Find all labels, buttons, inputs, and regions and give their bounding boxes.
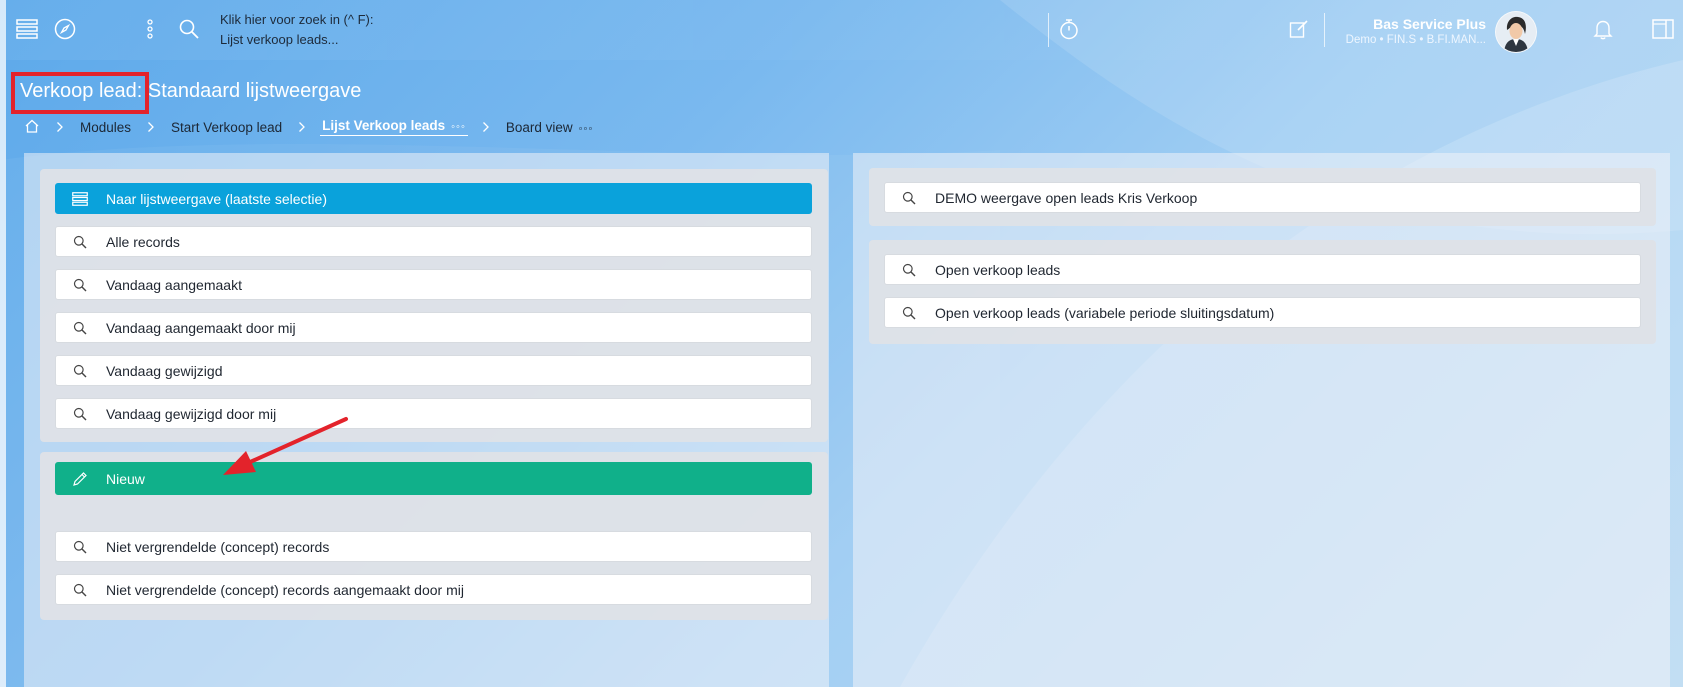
pencil-icon	[56, 471, 104, 487]
breadcrumb-modules[interactable]: Modules	[78, 120, 133, 135]
avatar[interactable]	[1495, 11, 1537, 53]
list-item[interactable]: Vandaag aangemaakt	[55, 269, 812, 300]
search-icon	[885, 263, 933, 277]
list-item-label: Open verkoop leads (variabele periode sl…	[935, 304, 1275, 321]
chevron-right-icon	[298, 121, 306, 133]
list-item[interactable]: Vandaag gewijzigd door mij	[55, 398, 812, 429]
list-item[interactable]: Vandaag aangemaakt door mij	[55, 312, 812, 343]
side-panel-icon[interactable]	[1650, 16, 1676, 42]
list-item-label: Vandaag gewijzigd	[106, 362, 223, 379]
breadcrumb-list-more[interactable]: ◦◦◦	[451, 121, 466, 133]
list-item-label: Niet vergrendelde (concept) records aang…	[106, 581, 464, 598]
new-record-button[interactable]: Nieuw	[55, 462, 812, 495]
search-icon	[885, 191, 933, 205]
search-icon	[56, 321, 104, 335]
list-item-label: Vandaag aangemaakt door mij	[106, 319, 296, 336]
list-view-last-selection-label: Naar lijstweergave (laatste selectie)	[106, 190, 327, 207]
chevron-right-icon	[56, 121, 64, 133]
list-item-label: Open verkoop leads	[935, 261, 1061, 278]
breadcrumb-lijst-verkoop-leads[interactable]: Lijst Verkoop leads ◦◦◦	[320, 118, 468, 136]
breadcrumb: Modules Start Verkoop lead Lijst Verkoop…	[22, 116, 595, 138]
breadcrumb-start-verkoop-lead[interactable]: Start Verkoop lead	[169, 120, 284, 135]
search-hint-line1: Klik hier voor zoek in (^ F):	[220, 12, 374, 27]
search-hint-line2: Lijst verkoop leads...	[220, 32, 339, 47]
list-item-label: Vandaag aangemaakt	[106, 276, 242, 293]
list-item-label: Vandaag gewijzigd door mij	[106, 405, 277, 422]
list-item-label: DEMO weergave open leads Kris Verkoop	[935, 189, 1198, 206]
list-menu-icon[interactable]	[14, 16, 40, 42]
search-icon	[56, 235, 104, 249]
search-icon	[56, 540, 104, 554]
list-view-last-selection-button[interactable]: Naar lijstweergave (laatste selectie)	[55, 183, 812, 214]
right-panel	[853, 153, 1670, 687]
list-item[interactable]: Open verkoop leads	[884, 254, 1641, 285]
title-highlight-box	[11, 72, 149, 114]
search-icon	[56, 407, 104, 421]
user-environment: Demo • FIN.S • B.FI.MAN...	[1345, 34, 1486, 46]
breadcrumb-board-more[interactable]: ◦◦◦	[579, 123, 594, 135]
chevron-right-icon	[482, 121, 490, 133]
user-name: Bas Service Plus	[1373, 16, 1486, 32]
edit-note-icon[interactable]	[1286, 16, 1312, 42]
home-icon[interactable]	[22, 118, 42, 137]
compass-icon[interactable]	[52, 16, 78, 42]
user-info[interactable]: Bas Service Plus Demo • FIN.S • B.FI.MAN…	[1330, 15, 1486, 48]
stopwatch-icon[interactable]	[1056, 16, 1082, 42]
list-item[interactable]: Open verkoop leads (variabele periode sl…	[884, 297, 1641, 328]
global-search-field[interactable]: Klik hier voor zoek in (^ F): Lijst verk…	[220, 10, 560, 50]
breadcrumb-board-view[interactable]: Board view ◦◦◦	[504, 120, 596, 135]
topbar-divider-user	[1324, 13, 1325, 47]
list-item-label: Niet vergrendelde (concept) records	[106, 538, 330, 555]
topbar-divider	[1048, 13, 1049, 47]
list-rows-icon	[56, 191, 104, 206]
search-icon	[56, 278, 104, 292]
list-item-label: Alle records	[106, 233, 180, 250]
search-icon[interactable]	[176, 16, 202, 42]
bell-icon[interactable]	[1590, 16, 1616, 42]
list-item[interactable]: Vandaag gewijzigd	[55, 355, 812, 386]
breadcrumb-list-label: Lijst Verkoop leads	[322, 118, 446, 133]
list-item[interactable]: Niet vergrendelde (concept) records aang…	[55, 574, 812, 605]
chevron-right-icon	[147, 121, 155, 133]
new-record-label: Nieuw	[106, 470, 145, 487]
search-icon	[56, 364, 104, 378]
left-edge	[0, 0, 6, 687]
list-item[interactable]: Alle records	[55, 226, 812, 257]
search-icon	[885, 306, 933, 320]
list-item[interactable]: DEMO weergave open leads Kris Verkoop	[884, 182, 1641, 213]
breadcrumb-board-label: Board view	[505, 119, 573, 135]
list-item[interactable]: Niet vergrendelde (concept) records	[55, 531, 812, 562]
search-icon	[56, 583, 104, 597]
more-vertical-icon[interactable]	[140, 16, 160, 42]
